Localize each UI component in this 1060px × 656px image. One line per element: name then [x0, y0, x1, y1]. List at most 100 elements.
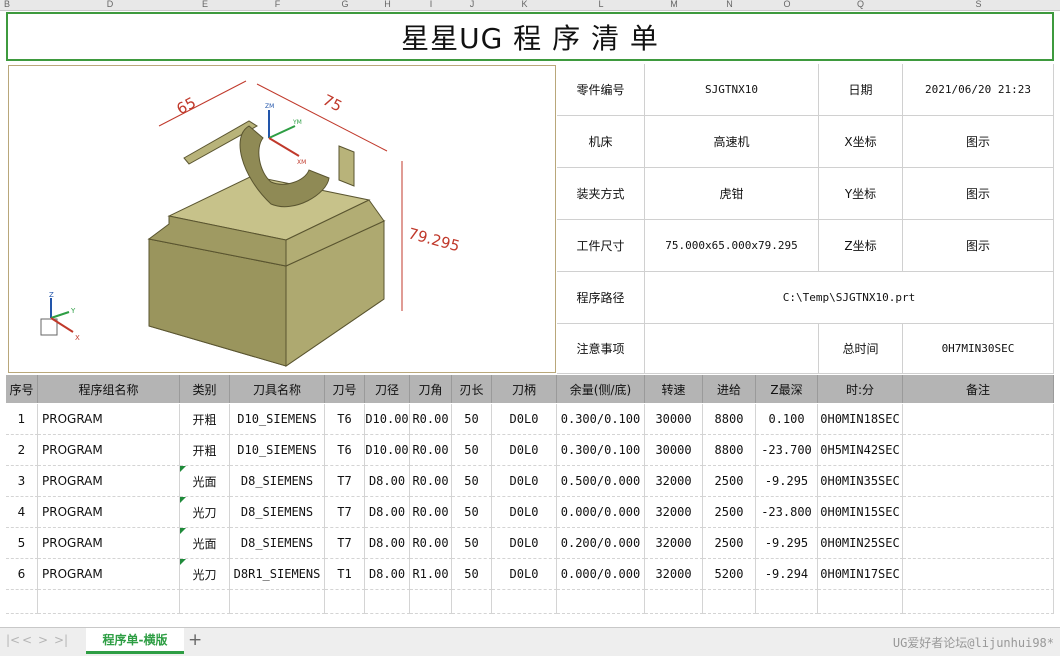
table-cell-flute-len[interactable]: 50 — [452, 497, 492, 528]
table-cell-feed[interactable]: 2500 — [703, 528, 756, 559]
table-cell-stock[interactable]: 0.300/0.100 — [557, 435, 645, 466]
table-cell-category[interactable]: 开粗 — [180, 404, 230, 435]
col-letter[interactable]: D — [20, 0, 200, 10]
col-letter[interactable]: N — [703, 0, 756, 10]
table-cell-stock[interactable]: 0.300/0.100 — [557, 404, 645, 435]
table-cell-tool-dia[interactable]: D8.00 — [365, 466, 410, 497]
col-letter[interactable]: K — [492, 0, 557, 10]
info-label-path[interactable]: 程序路径 — [557, 272, 645, 324]
table-cell-seq[interactable] — [6, 590, 38, 614]
table-cell-tool-name[interactable]: D8_SIEMENS — [230, 466, 325, 497]
table-cell-tool-no[interactable]: T6 — [325, 435, 365, 466]
table-cell-flute-len[interactable]: 50 — [452, 559, 492, 590]
table-cell-tool-dia[interactable]: D8.00 — [365, 559, 410, 590]
table-cell-tool-no[interactable]: T1 — [325, 559, 365, 590]
table-cell-remark[interactable] — [903, 466, 1054, 497]
column-header-category[interactable]: 类别 — [180, 375, 230, 403]
table-cell-tool-radius[interactable]: R1.00 — [410, 559, 452, 590]
table-cell-speed[interactable]: 30000 — [645, 404, 703, 435]
info-value-date[interactable]: 2021/06/20 21:23 — [903, 64, 1054, 116]
col-letter[interactable]: H — [365, 0, 410, 10]
table-cell-tool-no[interactable]: T6 — [325, 404, 365, 435]
table-cell-seq[interactable]: 4 — [6, 497, 38, 528]
table-cell-time[interactable]: 0H0MIN15SEC — [818, 497, 903, 528]
table-cell-tool-dia[interactable]: D8.00 — [365, 497, 410, 528]
info-value-total[interactable]: 0H7MIN30SEC — [903, 324, 1054, 374]
info-value-y[interactable]: 图示 — [903, 168, 1054, 220]
info-label-z[interactable]: Z坐标 — [819, 220, 903, 272]
table-cell-stock[interactable]: 0.200/0.000 — [557, 528, 645, 559]
info-label-date[interactable]: 日期 — [819, 64, 903, 116]
table-cell-time[interactable]: 0H0MIN25SEC — [818, 528, 903, 559]
table-cell-tool-name[interactable]: D8_SIEMENS — [230, 528, 325, 559]
table-cell-group-name[interactable]: PROGRAM — [38, 528, 180, 559]
col-letter[interactable]: B — [2, 0, 12, 10]
table-cell-seq[interactable]: 3 — [6, 466, 38, 497]
table-cell-holder[interactable]: D0L0 — [492, 497, 557, 528]
table-cell-time[interactable]: 0H0MIN18SEC — [818, 404, 903, 435]
table-cell-seq[interactable]: 2 — [6, 435, 38, 466]
table-cell-tool-radius[interactable]: R0.00 — [410, 404, 452, 435]
column-header-feed[interactable]: 进给 — [703, 375, 756, 403]
table-cell-holder[interactable] — [492, 590, 557, 614]
table-cell-z-depth[interactable]: -9.294 — [756, 559, 818, 590]
info-label-part-no[interactable]: 零件编号 — [557, 64, 645, 116]
table-cell-tool-name[interactable]: D8R1_SIEMENS — [230, 559, 325, 590]
table-cell-time[interactable]: 0H5MIN42SEC — [818, 435, 903, 466]
info-value-machine[interactable]: 高速机 — [645, 116, 819, 168]
table-cell-tool-name[interactable]: D8_SIEMENS — [230, 497, 325, 528]
table-cell-tool-radius[interactable]: R0.00 — [410, 528, 452, 559]
table-cell-tool-radius[interactable]: R0.00 — [410, 497, 452, 528]
table-cell-tool-no[interactable] — [325, 590, 365, 614]
info-value-clamp[interactable]: 虎钳 — [645, 168, 819, 220]
table-cell-category[interactable] — [180, 590, 230, 614]
table-cell-tool-radius[interactable]: R0.00 — [410, 435, 452, 466]
table-cell-group-name[interactable]: PROGRAM — [38, 404, 180, 435]
table-cell-feed[interactable]: 8800 — [703, 404, 756, 435]
table-cell-tool-name[interactable]: D10_SIEMENS — [230, 435, 325, 466]
part-model-image[interactable]: 65 75 79.295 ZM YM XM Z Y X — [8, 65, 556, 373]
col-letter[interactable]: O — [756, 0, 818, 10]
column-header-seq[interactable]: 序号 — [6, 375, 38, 403]
table-cell-feed[interactable] — [703, 590, 756, 614]
table-cell-z-depth[interactable]: -9.295 — [756, 466, 818, 497]
table-cell-flute-len[interactable] — [452, 590, 492, 614]
col-letter[interactable]: G — [325, 0, 365, 10]
info-label-x[interactable]: X坐标 — [819, 116, 903, 168]
info-label-y[interactable]: Y坐标 — [819, 168, 903, 220]
info-label-note[interactable]: 注意事项 — [557, 324, 645, 374]
col-letter[interactable]: I — [410, 0, 452, 10]
col-letter[interactable]: M — [645, 0, 703, 10]
table-cell-time[interactable]: 0H0MIN17SEC — [818, 559, 903, 590]
table-cell-tool-no[interactable]: T7 — [325, 466, 365, 497]
info-value-z[interactable]: 图示 — [903, 220, 1054, 272]
table-cell-speed[interactable]: 32000 — [645, 497, 703, 528]
info-label-total[interactable]: 总时间 — [819, 324, 903, 374]
table-cell-tool-no[interactable]: T7 — [325, 497, 365, 528]
col-letter[interactable]: Q — [818, 0, 903, 10]
col-letter[interactable]: S — [903, 0, 1054, 10]
table-cell-flute-len[interactable]: 50 — [452, 528, 492, 559]
table-cell-tool-no[interactable]: T7 — [325, 528, 365, 559]
table-cell-tool-name[interactable] — [230, 590, 325, 614]
table-cell-speed[interactable]: 32000 — [645, 466, 703, 497]
info-value-path[interactable]: C:\Temp\SJGTNX10.prt — [645, 272, 1054, 324]
table-cell-feed[interactable]: 2500 — [703, 497, 756, 528]
column-header-z-depth[interactable]: Z最深 — [756, 375, 818, 403]
table-cell-time[interactable] — [818, 590, 903, 614]
table-cell-tool-dia[interactable]: D10.00 — [365, 435, 410, 466]
col-letter[interactable]: L — [557, 0, 645, 10]
table-cell-group-name[interactable]: PROGRAM — [38, 435, 180, 466]
table-cell-z-depth[interactable] — [756, 590, 818, 614]
table-cell-remark[interactable] — [903, 497, 1054, 528]
table-cell-category[interactable]: 光刀 — [180, 559, 230, 590]
table-cell-stock[interactable]: 0.500/0.000 — [557, 466, 645, 497]
table-cell-holder[interactable]: D0L0 — [492, 559, 557, 590]
col-letter[interactable]: E — [180, 0, 230, 10]
table-cell-stock[interactable] — [557, 590, 645, 614]
table-cell-category[interactable]: 光面 — [180, 466, 230, 497]
table-cell-holder[interactable]: D0L0 — [492, 466, 557, 497]
info-label-size[interactable]: 工件尺寸 — [557, 220, 645, 272]
table-cell-flute-len[interactable]: 50 — [452, 404, 492, 435]
table-cell-speed[interactable]: 30000 — [645, 435, 703, 466]
